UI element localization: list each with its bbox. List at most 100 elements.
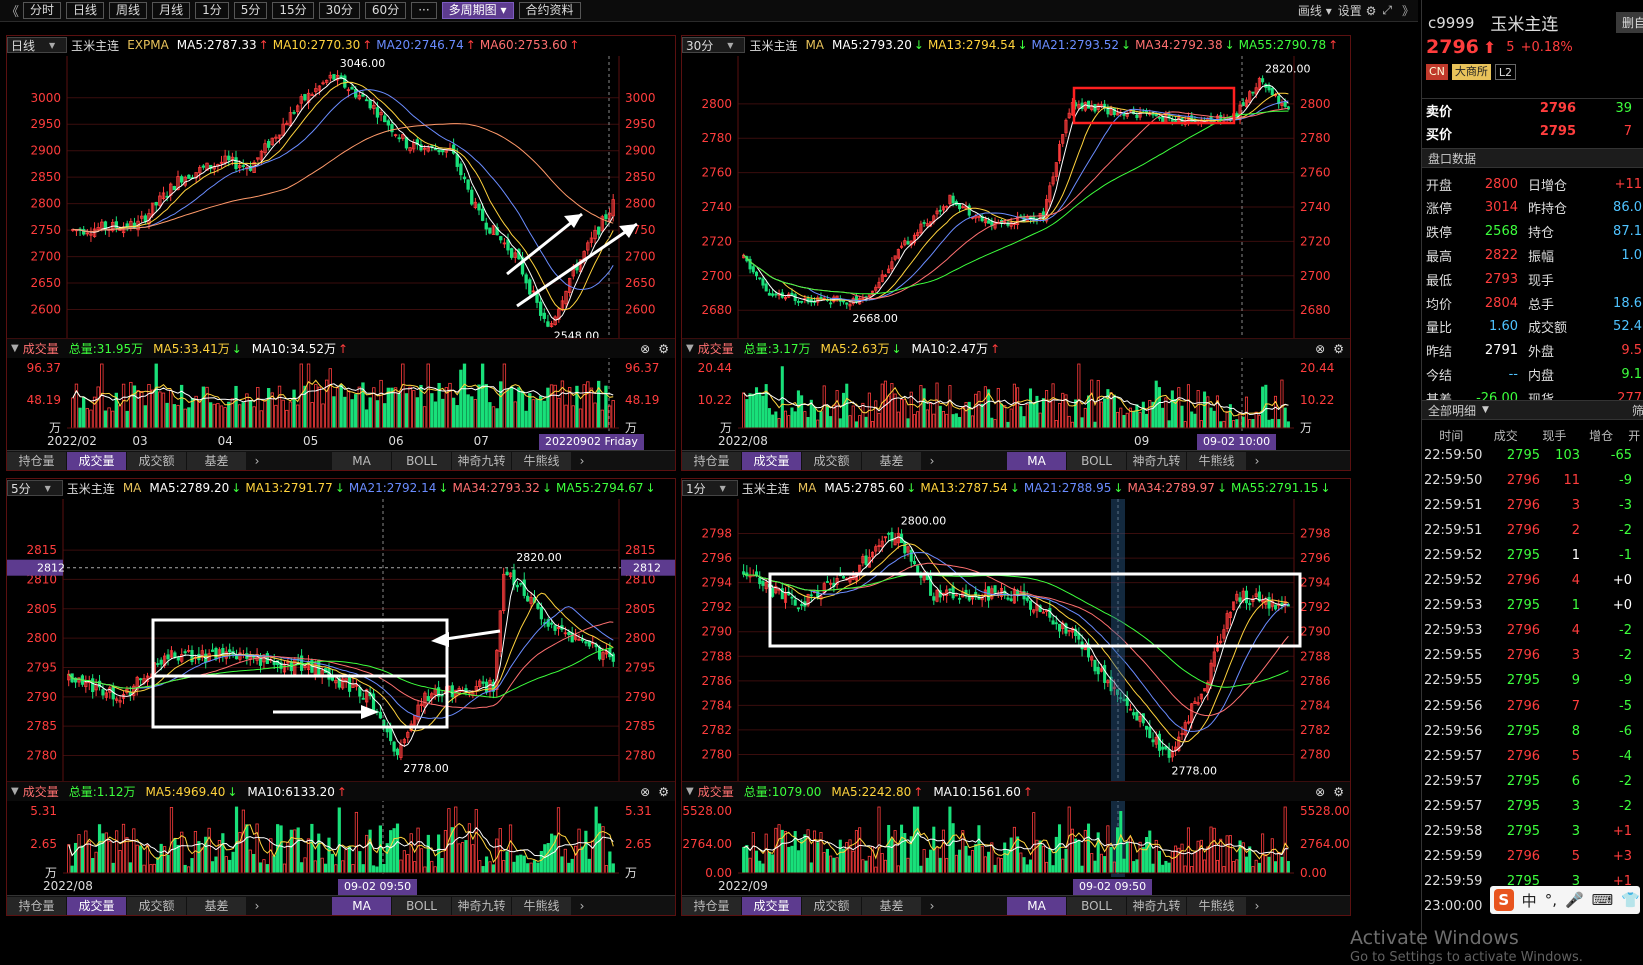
volume-tab-3[interactable]: 基差 <box>862 896 921 915</box>
volume-tab-1[interactable]: 成交量 <box>67 451 126 470</box>
period-button-4[interactable]: 1分 <box>195 2 229 19</box>
period-button-10[interactable]: 多周期图 ▾ <box>441 2 514 19</box>
volume-tab-1[interactable]: 成交量 <box>67 896 126 915</box>
volume-tab-2[interactable]: 成交额 <box>127 451 186 470</box>
gear-icon[interactable]: ⚙ <box>1333 342 1344 356</box>
keyboard-icon[interactable]: ⌨ <box>1592 891 1614 909</box>
volume-tab-1[interactable]: 成交量 <box>742 451 801 470</box>
volume-tab-1[interactable]: 成交量 <box>742 896 801 915</box>
volume-tab-4[interactable]: › <box>922 897 942 915</box>
volume-tab-2[interactable]: 成交额 <box>802 896 861 915</box>
volume-bar <box>471 844 475 874</box>
delete-button[interactable]: 删自 <box>1615 12 1643 33</box>
indicator-tab-1[interactable]: BOLL <box>392 451 451 470</box>
indicator-tab-2[interactable]: 神奇九转 <box>1127 451 1186 470</box>
volume-tab-2[interactable]: 成交额 <box>127 896 186 915</box>
indicator-tab-3[interactable]: 牛熊线 <box>512 896 571 915</box>
indicator-tab-4[interactable]: › <box>1247 452 1267 470</box>
gear-icon[interactable]: ⚙ <box>1333 785 1344 799</box>
ime-toolbar[interactable]: S 中 °, 🎤 ⌨ 👕 <box>1490 886 1640 914</box>
indicator-tab-0[interactable]: MA <box>332 896 391 915</box>
indicator-tab-3[interactable]: 牛熊线 <box>1187 451 1246 470</box>
volume-tab-4[interactable]: › <box>922 452 942 470</box>
volume-tab-3[interactable]: 基差 <box>187 896 246 915</box>
volume-bar <box>557 397 561 429</box>
period-button-9[interactable]: ··· <box>411 2 437 19</box>
volume-tab-0[interactable]: 持仓量 <box>7 451 66 470</box>
draw-line-button[interactable]: 画线 ▾ <box>1298 2 1332 19</box>
period-button-0[interactable]: 分时 <box>23 2 62 19</box>
period-button-1[interactable]: 日线 <box>66 2 105 19</box>
chevron-down-icon[interactable]: ▼ <box>11 343 19 354</box>
indicator-tab-2[interactable]: 神奇九转 <box>1127 896 1186 915</box>
collapse-left-button[interactable]: 《 <box>6 1 19 20</box>
indicator-tab-4[interactable]: › <box>1247 897 1267 915</box>
period-button-5[interactable]: 5分 <box>233 2 268 19</box>
price-chart: 3000 3000 2950 2950 2900 2900 2850 2850 2800 2800… <box>27 56 659 448</box>
close-icon[interactable]: ⊗ <box>640 342 650 356</box>
volume-bar <box>1003 842 1007 874</box>
volume-tab-4[interactable]: › <box>247 452 267 470</box>
indicator-tab-1[interactable]: BOLL <box>392 896 451 915</box>
period-button-7[interactable]: 30分 <box>318 2 360 19</box>
indicator-tab-1[interactable]: BOLL <box>1067 896 1126 915</box>
volume-bar <box>1261 386 1265 429</box>
volume-bar <box>1222 420 1226 429</box>
gear-icon[interactable]: ⚙ <box>658 342 669 356</box>
gear-icon[interactable]: ⚙ <box>658 785 669 799</box>
indicator-tab-3[interactable]: 牛熊线 <box>512 451 571 470</box>
volume-bar <box>835 390 839 429</box>
microphone-icon[interactable]: 🎤 <box>1565 891 1584 909</box>
indicator-tab-2[interactable]: 神奇九转 <box>452 451 511 470</box>
settings-button[interactable]: 设置 ⚙ <box>1338 2 1377 19</box>
volume-tab-3[interactable]: 基差 <box>187 451 246 470</box>
volume-bar <box>502 363 507 429</box>
volume-bar <box>816 419 820 429</box>
chevron-down-icon[interactable]: ▼ <box>686 343 694 354</box>
volume-ma5: MA5:33.41万 <box>153 342 230 356</box>
field-label: 最高 <box>1426 249 1453 265</box>
close-icon[interactable]: ⊗ <box>1315 785 1325 799</box>
volume-bar <box>528 393 532 429</box>
volume-tab-0[interactable]: 持仓量 <box>682 451 741 470</box>
ime-punctuation[interactable]: °, <box>1545 891 1557 909</box>
market-data-row: 最高 2822 振幅 1.0 <box>1422 245 1643 265</box>
period-button-2[interactable]: 周线 <box>109 2 148 19</box>
chevron-down-icon[interactable]: ▼ <box>11 786 19 797</box>
volume-tab-3[interactable]: 基差 <box>862 451 921 470</box>
filter-button[interactable]: 筛 <box>1632 402 1643 419</box>
close-icon[interactable]: ⊗ <box>640 785 650 799</box>
indicator-tab-4[interactable]: › <box>572 452 592 470</box>
fullscreen-icon[interactable]: ⤢ <box>1382 3 1392 18</box>
indicator-tab-1[interactable]: BOLL <box>1067 451 1126 470</box>
y-tick-left: 2780 <box>701 747 732 761</box>
volume-tab-2[interactable]: 成交额 <box>802 451 861 470</box>
volume-bar <box>368 397 372 429</box>
volume-bar <box>1077 363 1081 429</box>
indicator-tab-0[interactable]: MA <box>1007 451 1066 470</box>
indicator-tab-3[interactable]: 牛熊线 <box>1187 896 1246 915</box>
expand-right-button[interactable]: 》 <box>1402 2 1414 19</box>
vol-tick-left: 万 <box>49 421 61 435</box>
indicator-tab-2[interactable]: 神奇九转 <box>452 896 511 915</box>
volume-bar <box>1041 845 1045 874</box>
volume-tab-4[interactable]: › <box>247 897 267 915</box>
arrowhead <box>361 705 379 719</box>
indicator-tab-0[interactable]: MA <box>332 451 391 470</box>
ime-chinese-mode[interactable]: 中 <box>1522 890 1537 911</box>
period-button-8[interactable]: 60分 <box>364 2 407 19</box>
indicator-tab-0[interactable]: MA <box>1007 896 1066 915</box>
indicator-tab-4[interactable]: › <box>572 897 592 915</box>
trade-oi-change: -9 <box>1619 673 1632 689</box>
period-button-3[interactable]: 月线 <box>152 2 191 19</box>
skin-icon[interactable]: 👕 <box>1621 891 1640 909</box>
trade-detail-header[interactable]: 全部明细 ▼ 筛 <box>1422 400 1643 420</box>
period-button-11[interactable]: 合约资料 <box>518 2 581 19</box>
volume-tab-0[interactable]: 持仓量 <box>7 896 66 915</box>
chevron-down-icon[interactable]: ▼ <box>686 786 694 797</box>
volume-tab-0[interactable]: 持仓量 <box>682 896 741 915</box>
period-button-6[interactable]: 15分 <box>272 2 314 19</box>
close-icon[interactable]: ⊗ <box>1315 342 1325 356</box>
candle-body <box>227 155 231 161</box>
volume-bar <box>922 388 926 429</box>
